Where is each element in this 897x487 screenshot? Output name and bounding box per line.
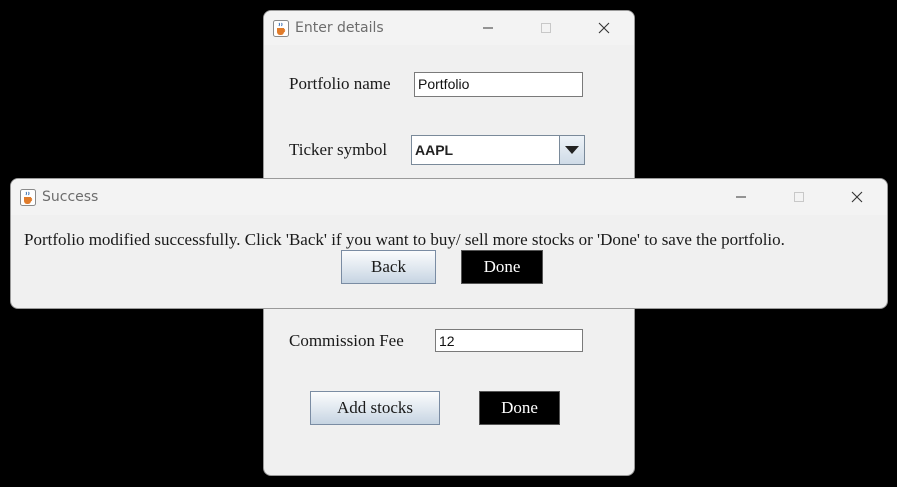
maximize-icon xyxy=(541,23,551,33)
maximize-button[interactable] xyxy=(770,179,828,215)
close-button[interactable] xyxy=(828,179,886,215)
java-cup-icon xyxy=(273,19,289,37)
java-cup-icon xyxy=(20,188,36,206)
done-button[interactable]: Done xyxy=(461,250,543,284)
back-button[interactable]: Back xyxy=(341,250,436,284)
maximize-button[interactable] xyxy=(517,11,575,45)
ticker-symbol-dropdown[interactable]: AAPL xyxy=(411,135,585,165)
minimize-button[interactable] xyxy=(712,179,770,215)
close-button[interactable] xyxy=(575,11,633,45)
add-stocks-button[interactable]: Add stocks xyxy=(310,391,440,425)
commission-fee-label: Commission Fee xyxy=(289,331,404,350)
chevron-down-icon xyxy=(565,146,579,154)
minimize-icon xyxy=(736,196,746,198)
portfolio-name-label: Portfolio name xyxy=(289,74,391,93)
minimize-button[interactable] xyxy=(459,11,517,45)
dialog-message: Portfolio modified successfully. Click '… xyxy=(24,230,785,249)
done-button[interactable]: Done xyxy=(479,391,560,425)
minimize-icon xyxy=(483,27,493,29)
close-icon xyxy=(851,191,863,203)
ticker-symbol-label: Ticker symbol xyxy=(289,140,388,159)
window-title: Enter details xyxy=(295,20,384,36)
ticker-selected-value: AAPL xyxy=(415,142,454,158)
success-dialog: Success Portfolio modified successfully.… xyxy=(10,178,888,309)
success-dialog-titlebar[interactable]: Success xyxy=(11,179,887,215)
dialog-title: Success xyxy=(42,189,99,205)
portfolio-name-input[interactable]: Portfolio xyxy=(414,72,583,97)
close-icon xyxy=(598,22,610,34)
commission-fee-input[interactable]: 12 xyxy=(435,329,583,352)
dropdown-arrow-button[interactable] xyxy=(559,136,584,164)
maximize-icon xyxy=(794,192,804,202)
enter-details-titlebar[interactable]: Enter details xyxy=(264,11,634,45)
